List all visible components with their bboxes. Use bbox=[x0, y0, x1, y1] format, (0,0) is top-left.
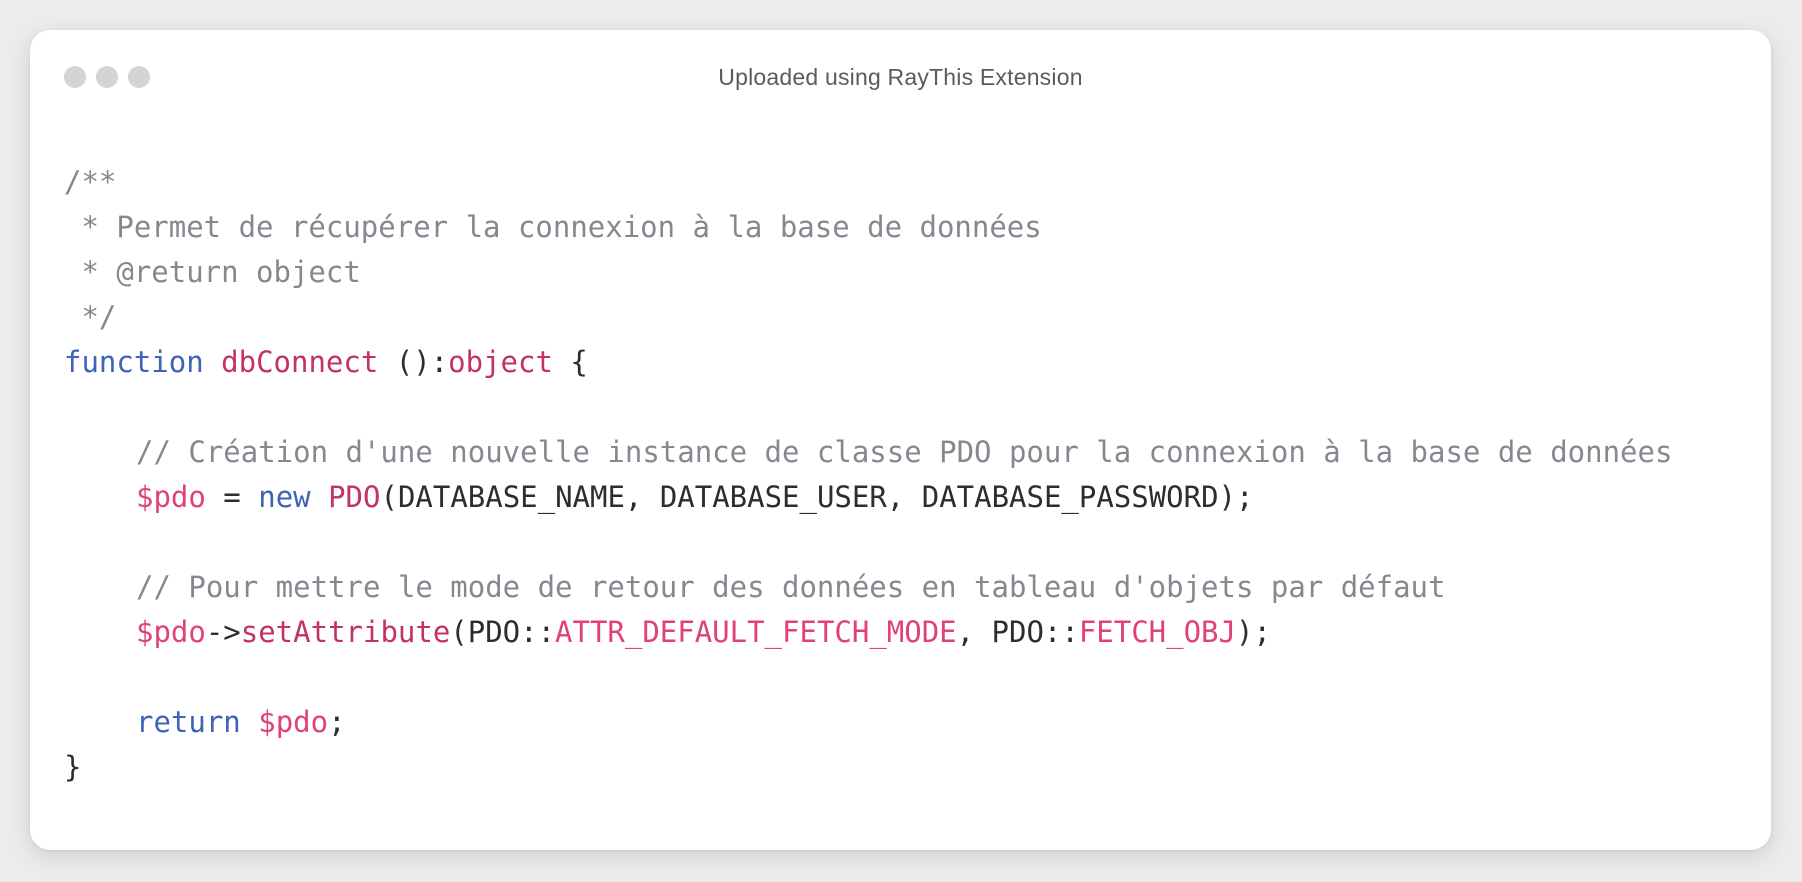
window-title: Uploaded using RayThis Extension bbox=[718, 64, 1083, 90]
code-token-plain: (): bbox=[378, 345, 449, 379]
code-token-comment: * Permet de récupérer la connexion à la … bbox=[64, 210, 1042, 244]
code-line: * @return object bbox=[64, 250, 1672, 295]
code-token-var: $pdo bbox=[136, 615, 206, 649]
code-token-plain: ); bbox=[1235, 615, 1271, 649]
code-token-func: dbConnect bbox=[221, 345, 379, 379]
code-token-plain: -> bbox=[205, 615, 241, 649]
code-line: // Création d'une nouvelle instance de c… bbox=[64, 430, 1672, 475]
code-token-plain: , PDO:: bbox=[956, 615, 1079, 649]
code-line: */ bbox=[64, 295, 1672, 340]
code-token-comment: /** bbox=[64, 165, 117, 199]
code-token-func: setAttribute bbox=[240, 615, 451, 649]
window-titlebar: Uploaded using RayThis Extension bbox=[30, 30, 1771, 126]
code-token-comment: */ bbox=[64, 300, 117, 334]
code-token-var: $pdo bbox=[136, 480, 206, 514]
code-token-plain: (DATABASE_NAME, DATABASE_USER, DATABASE_… bbox=[380, 480, 1254, 514]
code-line: $pdo = new PDO(DATABASE_NAME, DATABASE_U… bbox=[64, 475, 1672, 520]
code-line: } bbox=[64, 745, 1672, 790]
code-token-plain: ; bbox=[328, 705, 346, 739]
code-line: $pdo->setAttribute(PDO::ATTR_DEFAULT_FET… bbox=[64, 610, 1672, 655]
code-token-comment: // Création d'une nouvelle instance de c… bbox=[136, 435, 1673, 469]
code-line: // Pour mettre le mode de retour des don… bbox=[64, 565, 1672, 610]
code-token-plain: = bbox=[205, 480, 259, 514]
code-line: return $pdo; bbox=[64, 700, 1672, 745]
code-token-plain: } bbox=[64, 750, 82, 784]
code-token-keyword: new bbox=[258, 480, 311, 514]
code-token-plain: { bbox=[552, 345, 588, 379]
code-token-func: PDO bbox=[328, 480, 381, 514]
code-token-const: ATTR_DEFAULT_FETCH_MODE bbox=[555, 615, 957, 649]
code-token-var: $pdo bbox=[258, 705, 329, 739]
code-token-const: FETCH_OBJ bbox=[1078, 615, 1236, 649]
code-snippet-window: Uploaded using RayThis Extension /** * P… bbox=[30, 30, 1771, 850]
code-token-keyword: function bbox=[64, 345, 204, 379]
code-line: function dbConnect ():object { bbox=[64, 340, 1672, 385]
code-token-plain: (PDO:: bbox=[450, 615, 556, 649]
code-line: * Permet de récupérer la connexion à la … bbox=[64, 205, 1672, 250]
code-token-comment: // Pour mettre le mode de retour des don… bbox=[136, 570, 1446, 604]
code-block: /** * Permet de récupérer la connexion à… bbox=[64, 160, 1672, 790]
code-token-comment: * @return object bbox=[64, 255, 361, 289]
code-token-type: object bbox=[448, 345, 553, 379]
code-token-keyword: return bbox=[136, 705, 241, 739]
code-line: /** bbox=[64, 160, 1672, 205]
